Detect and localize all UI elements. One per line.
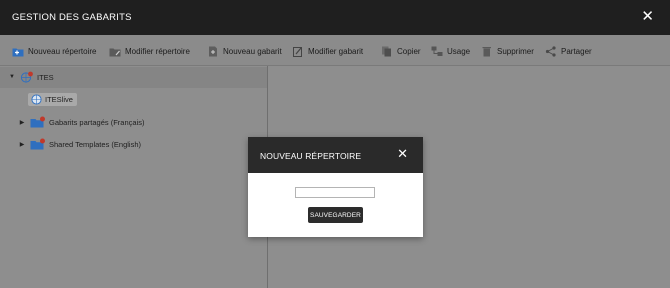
dialog-title: NOUVEAU RÉPERTOIRE (260, 151, 362, 161)
close-icon[interactable]: ✕ (397, 147, 408, 161)
edit-folder-label: Modifier répertoire (125, 46, 190, 56)
dialog-header: NOUVEAU RÉPERTOIRE ✕ (248, 137, 423, 173)
tree-item-label: Gabarits partagés (Français) (49, 117, 145, 127)
tree-item-gabarits-partages[interactable]: ▶ Gabarits partagés (Français) (18, 114, 144, 130)
usage-label: Usage (447, 46, 471, 56)
share-label: Partager (561, 46, 592, 56)
edit-template-button[interactable]: Modifier gabarit (292, 45, 363, 57)
new-folder-label: Nouveau répertoire (28, 46, 97, 56)
tree-item-label: Shared Templates (English) (49, 139, 141, 149)
trash-icon (482, 46, 491, 56)
tree-item-label: ITES (37, 72, 54, 82)
save-button[interactable]: SAUVEGARDER (308, 207, 363, 223)
edit-folder-icon (109, 48, 121, 56)
tree-item-ites[interactable]: ▼ ITES (8, 69, 54, 85)
toolbar: Nouveau répertoire Modifier répertoire N… (0, 35, 670, 66)
new-folder-icon (12, 48, 24, 56)
chevron-right-icon[interactable]: ▶ (18, 141, 26, 148)
title-bar: GESTION DES GABARITS ✕ (0, 0, 670, 35)
delete-label: Supprimer (497, 46, 534, 56)
chevron-right-icon[interactable]: ▶ (18, 119, 26, 126)
tree-item-label: ITESlive (45, 94, 73, 104)
edit-folder-button[interactable]: Modifier répertoire (109, 45, 190, 57)
new-template-button[interactable]: Nouveau gabarit (207, 45, 282, 57)
selected-highlight: ITESlive (28, 92, 77, 106)
share-icon (545, 45, 556, 57)
shared-folder-icon (30, 116, 45, 128)
new-template-icon (209, 46, 217, 56)
new-folder-button[interactable]: Nouveau répertoire (12, 45, 96, 57)
globe-folder-icon (20, 71, 33, 83)
close-window-icon[interactable]: ✕ (641, 9, 654, 24)
edit-template-label: Modifier gabarit (308, 46, 364, 56)
copy-icon (382, 46, 391, 56)
copy-button[interactable]: Copier (381, 45, 421, 57)
usage-icon (431, 46, 443, 56)
copy-label: Copier (397, 46, 421, 56)
tree-item-shared-templates[interactable]: ▶ Shared Templates (English) (18, 136, 141, 152)
window-title: GESTION DES GABARITS (12, 12, 132, 23)
shared-folder-icon (30, 138, 45, 150)
new-template-label: Nouveau gabarit (223, 46, 282, 56)
new-folder-dialog: NOUVEAU RÉPERTOIRE ✕ SAUVEGARDER (248, 137, 423, 237)
globe-icon (31, 93, 42, 105)
tree-item-iteslive[interactable]: ITESlive (28, 91, 77, 107)
delete-button[interactable]: Supprimer (481, 45, 534, 57)
usage-button[interactable]: Usage (431, 45, 470, 57)
folder-name-input[interactable] (295, 187, 375, 198)
edit-template-icon (293, 46, 302, 57)
chevron-down-icon[interactable]: ▼ (8, 74, 16, 80)
share-button[interactable]: Partager (545, 45, 592, 57)
